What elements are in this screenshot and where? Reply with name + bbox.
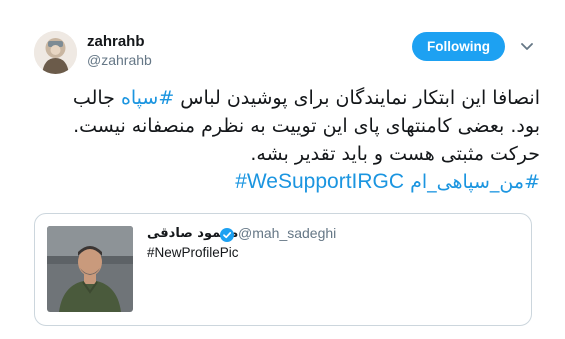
verified-badge-icon [220, 227, 234, 242]
quoted-author-handle[interactable]: @mah_sadeghi [238, 225, 336, 241]
tweet-text-line: انصافا این ابتکار نمایندگان برای پوشیدن … [30, 84, 540, 112]
quoted-tweet-photo[interactable] [47, 226, 133, 312]
tweet-text-segment: جالب [72, 87, 121, 109]
tweet-card: zahrahb @zahrahb Following انصافا این اب… [0, 0, 565, 339]
author-avatar[interactable] [34, 31, 77, 74]
avatar-image [34, 31, 77, 74]
author-display-name[interactable]: zahrahb [87, 33, 145, 50]
hashtag-link[interactable]: #WeSupportIRGC [235, 170, 404, 193]
hashtag-link[interactable]: #سپاه [121, 87, 174, 109]
quoted-tweet-text[interactable]: #NewProfilePic [147, 245, 239, 260]
quoted-tweet[interactable]: محمود صادقی @mah_sadeghi #NewProfilePic [34, 213, 532, 326]
tweet-hashtag-line: #من_سپاهی_ام #WeSupportIRGC [30, 168, 540, 196]
tweet-text-line: بود. بعضی کامنتهای پای این توییت به نظرم… [73, 115, 540, 137]
tweet-text-line: حرکت مثبتی هست و باید تقدیر بشه. [250, 143, 540, 165]
hashtag-link[interactable]: #من_سپاهی_ام [410, 171, 540, 193]
quoted-photo-image [47, 226, 133, 312]
tweet-text: انصافا این ابتکار نمایندگان برای پوشیدن … [30, 84, 540, 196]
author-handle[interactable]: @zahrahb [87, 52, 152, 68]
following-button[interactable]: Following [412, 32, 505, 61]
chevron-down-icon[interactable] [517, 37, 537, 57]
tweet-text-segment: انصافا این ابتکار نمایندگان برای پوشیدن … [174, 87, 540, 109]
